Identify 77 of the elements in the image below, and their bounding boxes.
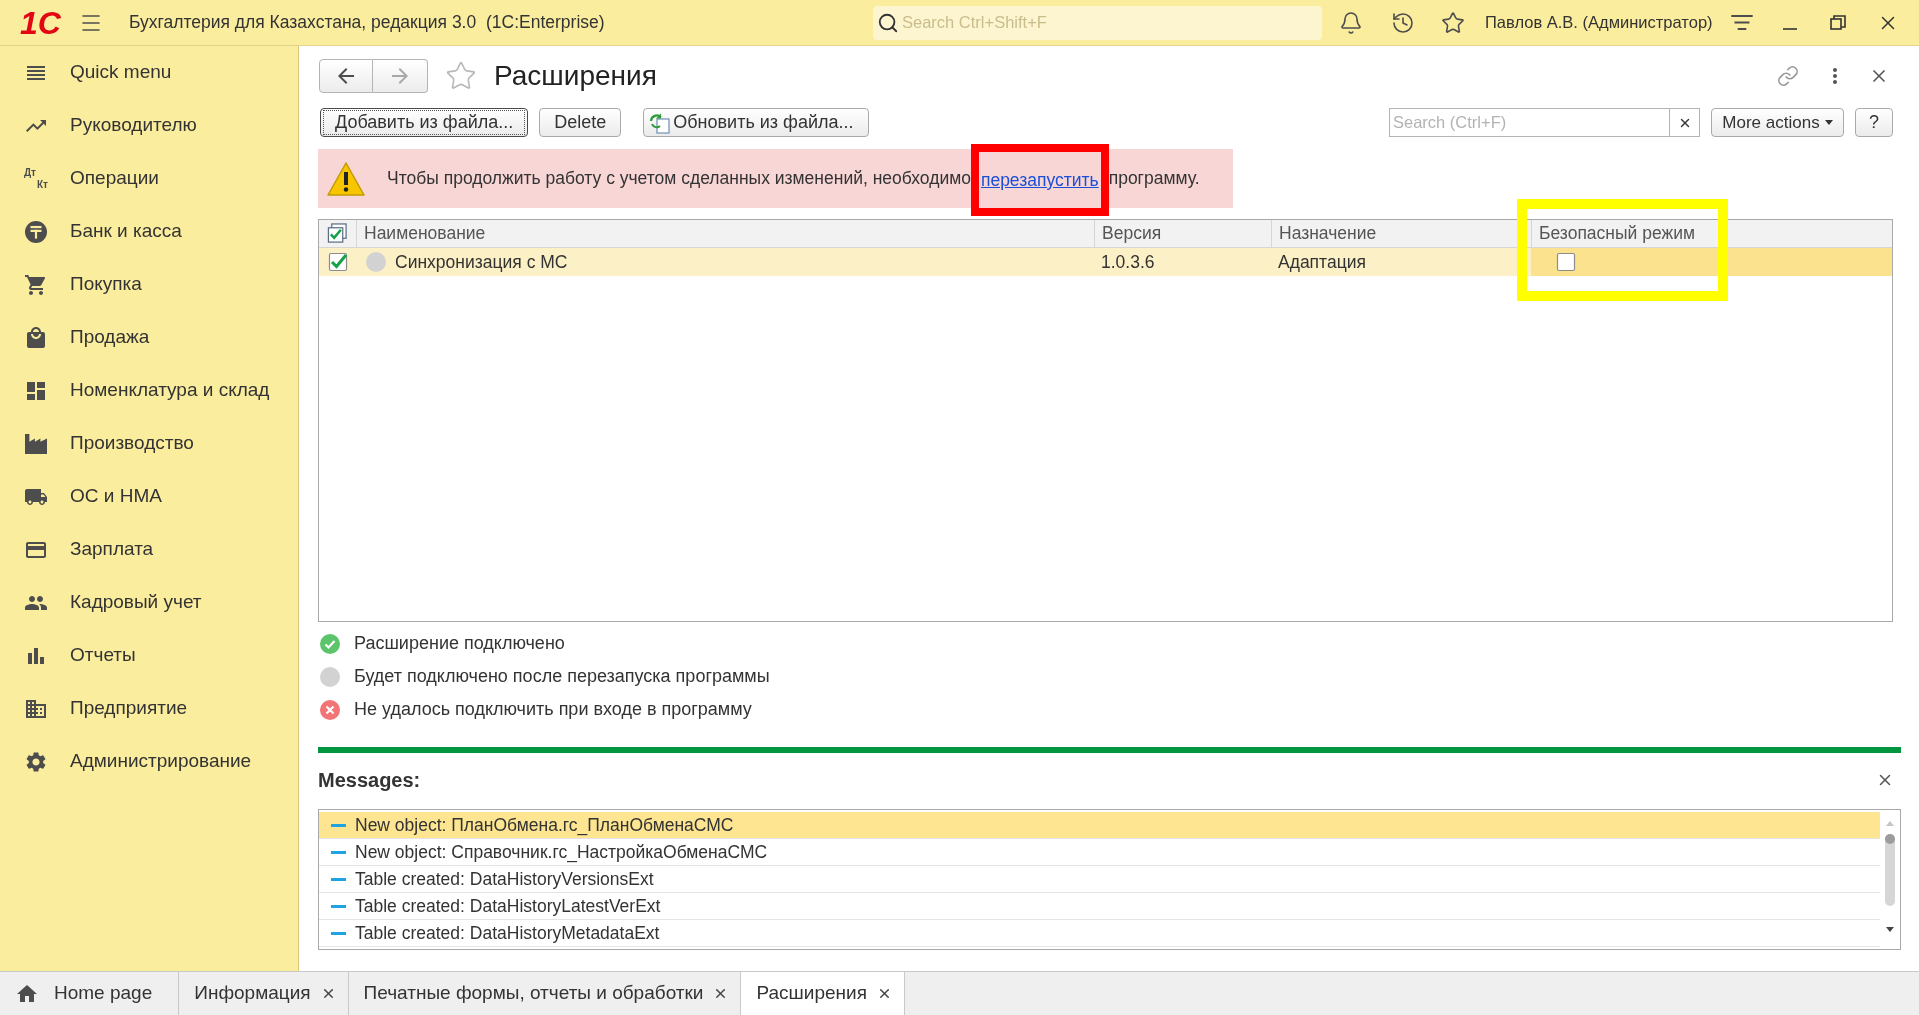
message-text: Table created: DataHistoryVersionsExt (355, 867, 654, 891)
dash-icon (331, 823, 346, 827)
sidebar-item[interactable]: Номенклатура и склад (0, 364, 298, 417)
minimize-icon[interactable] (1782, 27, 1797, 30)
sidebar-item[interactable]: Quick menu (0, 46, 298, 99)
tenge-coin-icon (25, 220, 47, 243)
help-button[interactable]: ? (1855, 108, 1893, 137)
lines-icon[interactable] (1730, 15, 1753, 30)
star-icon[interactable] (1441, 10, 1465, 35)
toolbar-button[interactable]: Обновить из файла... (643, 108, 869, 137)
sidebar-item[interactable]: ОС и НМА (0, 470, 298, 523)
debit-credit-icon: Дт Кт (24, 166, 48, 191)
restart-link[interactable]: перезапустить (980, 169, 1099, 190)
dash-icon (331, 877, 346, 881)
checkbox[interactable] (1556, 252, 1576, 272)
sidebar-item[interactable]: Производство (0, 417, 298, 470)
settings-icon (24, 749, 48, 774)
sidebar-item[interactable]: Банк и касса (0, 205, 298, 258)
sidebar-item[interactable]: Дт Кт Операции (0, 152, 298, 205)
shopping-bag-icon (24, 325, 48, 350)
toolbar-button[interactable]: Delete (539, 108, 622, 137)
column-header[interactable]: Безопасный режим (1531, 220, 1892, 247)
warning-message: Чтобы продолжить работу с учетом сделанных изменений, необходимо перезапустить программу. (387, 165, 1200, 192)
bell-icon[interactable] (1339, 10, 1363, 35)
dash-icon (331, 904, 346, 908)
check-all-icon[interactable] (327, 223, 348, 244)
factory-icon (25, 433, 47, 454)
extension-name: Синхронизация с МС (395, 250, 568, 274)
circle-icon (320, 666, 340, 687)
column-header[interactable]: Версия (1094, 220, 1271, 247)
warning-icon (326, 160, 366, 197)
tab[interactable]: Расширения (741, 972, 905, 1015)
form-title: Расширения (494, 59, 657, 93)
column-header[interactable]: Назначение (1271, 220, 1531, 247)
sidebar-item[interactable]: Зарплата (0, 523, 298, 576)
table-cell-text: Адаптация (1277, 250, 1367, 274)
messages-title: Messages: (318, 768, 421, 793)
app-logo: 1С (20, 6, 61, 39)
sidebar-item[interactable]: Руководителю (0, 99, 298, 152)
circle-icon (366, 252, 386, 272)
sidebar-item[interactable]: Кадровый учет (0, 576, 298, 629)
sidebar-item[interactable]: Администрирование (0, 735, 298, 788)
cart-icon (24, 272, 48, 297)
legend-text: Расширение подключено (354, 632, 565, 655)
legend-text: Будет подключено после перезапуска программы (354, 665, 770, 688)
more-actions-button[interactable]: More actions (1711, 108, 1844, 137)
sidebar-item[interactable]: Отчеты (0, 629, 298, 682)
dash-icon (331, 850, 346, 854)
check-circle-icon (320, 633, 340, 654)
message-text: New object: ПланОбмена.гс_ПланОбменаСМС (355, 813, 734, 838)
column-header[interactable]: Наименование (356, 220, 1094, 247)
star-icon[interactable] (445, 60, 477, 92)
table-row[interactable]: Синхронизация с МС 1.0.3.6 Адаптация (319, 248, 1892, 276)
document-arrows-icon (649, 111, 672, 134)
sidebar-item[interactable]: Продажа (0, 311, 298, 364)
message-text: Table created: DataHistoryMetadataExt (355, 921, 660, 945)
checkbox[interactable] (327, 252, 348, 272)
sidebar-item[interactable]: Предприятие (0, 682, 298, 735)
clear-button[interactable] (1670, 108, 1700, 137)
back-button[interactable] (319, 59, 373, 93)
history-icon[interactable] (1391, 10, 1415, 35)
user-name[interactable]: Павлов А.В. (Администратор) (1485, 10, 1713, 35)
sidebar-item[interactable]: Покупка (0, 258, 298, 311)
legend-text: Не удалось подключить при входе в программу (354, 698, 752, 721)
message-text: Table created: DataHistoryLatestVerExt (355, 894, 661, 918)
message-text: New object: Справочник.гс_НастройкаОбменаСМС (355, 840, 768, 865)
search-icon (877, 11, 899, 34)
toolbar-button[interactable]: Добавить из файла... (320, 108, 529, 137)
restore-icon[interactable] (1829, 15, 1846, 30)
cross-circle-icon (320, 699, 340, 720)
caret-icon (1824, 120, 1833, 125)
dash-icon (331, 931, 346, 935)
search-field[interactable]: Search (Ctrl+F) (1389, 108, 1670, 137)
link-icon[interactable] (1777, 65, 1799, 87)
window-title: Бухгалтерия для Казахстана, редакция 3.0 (1C:Enterprise) (128, 11, 605, 35)
message-row[interactable]: New object: ПланОбмена.гс_ПланОбменаСМС (319, 812, 1880, 839)
table-cell-text: 1.0.3.6 (1100, 250, 1156, 274)
